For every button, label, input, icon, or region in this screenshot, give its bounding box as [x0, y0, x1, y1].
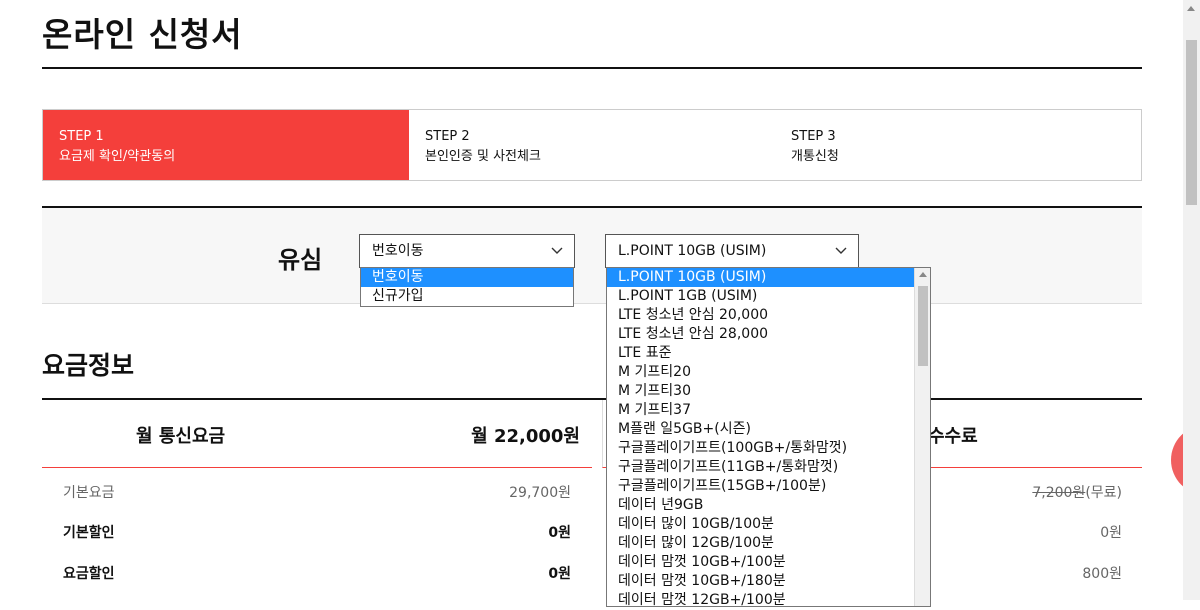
- join-type-dropdown: 번호이동 신규가입: [360, 267, 574, 307]
- step-2-number: STEP 2: [425, 129, 470, 144]
- monthly-fee-label: 월 통신요금: [136, 426, 226, 447]
- plan-value: L.POINT 10GB (USIM): [618, 243, 767, 259]
- join-type-option[interactable]: 신규가입: [361, 287, 573, 306]
- plan-option[interactable]: LTE 청소년 안심 20,000: [607, 306, 915, 325]
- plan-option[interactable]: M플랜 일5GB+(시즌): [607, 420, 915, 439]
- window-scrollbar[interactable]: [1183, 0, 1200, 600]
- plan-option[interactable]: M 기프티20: [607, 363, 915, 382]
- fee-row-label: 기본할인: [63, 525, 115, 541]
- join-type-value: 번호이동: [372, 243, 424, 259]
- fee-row-label: 요금할인: [63, 566, 115, 582]
- usim-section: 유심 번호이동 L.POINT 10GB (USIM): [42, 206, 1142, 304]
- fee-row-value: 29,700원: [509, 485, 571, 501]
- plan-option[interactable]: 구글플레이기프트(15GB+/100분): [607, 477, 915, 496]
- plan-option[interactable]: LTE 청소년 안심 28,000: [607, 325, 915, 344]
- step-1: STEP 1 요금제 확인/약관동의: [43, 110, 409, 180]
- plan-option[interactable]: 데이터 맘껏 10GB+/100분: [607, 553, 915, 572]
- plan-option[interactable]: 구글플레이기프트(100GB+/통화맘껏): [607, 439, 915, 458]
- plan-option[interactable]: 데이터 많이 12GB/100분: [607, 534, 915, 553]
- scroll-up-arrow-icon[interactable]: [1187, 6, 1195, 11]
- commission-row-value: 0원: [1100, 525, 1122, 541]
- fee-row-value: 0원: [548, 525, 571, 541]
- plan-option[interactable]: 데이터 맘껏 10GB+/180분: [607, 572, 915, 591]
- step-1-name: 요금제 확인/약관동의: [59, 149, 176, 164]
- join-type-option[interactable]: 번호이동: [361, 268, 573, 287]
- commission-original-price: 7,200원: [1032, 485, 1086, 501]
- window-scrollbar-thumb[interactable]: [1186, 40, 1197, 205]
- usim-label: 유심: [278, 246, 323, 274]
- plan-option[interactable]: LTE 표준: [607, 344, 915, 363]
- fee-table: 월 통신요금 월 22,000원 기본요금 29,700원 기본할인 0원 요금…: [42, 398, 1142, 608]
- fee-row-label: 기본요금: [63, 485, 115, 501]
- step-2-name: 본인인증 및 사전체크: [425, 149, 541, 164]
- step-3: STEP 3 개통신청: [775, 110, 1141, 180]
- plan-dropdown: L.POINT 10GB (USIM) L.POINT 1GB (USIM) L…: [606, 267, 931, 607]
- step-indicator: STEP 1 요금제 확인/약관동의 STEP 2 본인인증 및 사전체크 ST…: [42, 109, 1142, 181]
- plan-select[interactable]: L.POINT 10GB (USIM): [605, 234, 859, 268]
- step-1-number: STEP 1: [59, 129, 104, 144]
- fee-row-value: 0원: [548, 566, 571, 582]
- plan-option[interactable]: M 기프티37: [607, 401, 915, 420]
- dropdown-scrollbar[interactable]: [914, 268, 930, 606]
- plan-option[interactable]: L.POINT 10GB (USIM): [607, 268, 915, 287]
- commission-label: 수수료: [928, 426, 978, 447]
- commission-free-label: (무료): [1085, 485, 1122, 501]
- plan-option-list: L.POINT 10GB (USIM) L.POINT 1GB (USIM) L…: [607, 268, 915, 606]
- scrollbar-thumb[interactable]: [918, 286, 928, 366]
- step-3-name: 개통신청: [791, 149, 839, 164]
- page-title: 온라인 신청서: [42, 15, 243, 54]
- fee-monthly-header: 월 통신요금 월 22,000원: [42, 400, 592, 468]
- step-2: STEP 2 본인인증 및 사전체크: [409, 110, 775, 180]
- plan-option[interactable]: 데이터 년9GB: [607, 496, 915, 515]
- plan-option[interactable]: L.POINT 1GB (USIM): [607, 287, 915, 306]
- fee-section-title: 요금정보: [42, 351, 135, 380]
- plan-option[interactable]: M 기프티30: [607, 382, 915, 401]
- chevron-down-icon: [835, 247, 847, 254]
- chevron-down-icon: [551, 247, 563, 254]
- plan-option[interactable]: 구글플레이기프트(11GB+/통화맘껏): [607, 458, 915, 477]
- commission-row-value: 800원: [1082, 566, 1122, 582]
- plan-option[interactable]: 데이터 많이 10GB/100분: [607, 515, 915, 534]
- scroll-up-arrow-icon[interactable]: [919, 272, 927, 277]
- plan-option[interactable]: 데이터 맘껏 12GB+/100분: [607, 591, 915, 606]
- join-type-select[interactable]: 번호이동: [359, 234, 575, 268]
- step-3-number: STEP 3: [791, 129, 836, 144]
- monthly-fee-amount: 월 22,000원: [471, 426, 580, 447]
- fee-monthly-panel: 월 통신요금 월 22,000원 기본요금 29,700원 기본할인 0원 요금…: [42, 400, 592, 610]
- title-divider: [42, 67, 1142, 69]
